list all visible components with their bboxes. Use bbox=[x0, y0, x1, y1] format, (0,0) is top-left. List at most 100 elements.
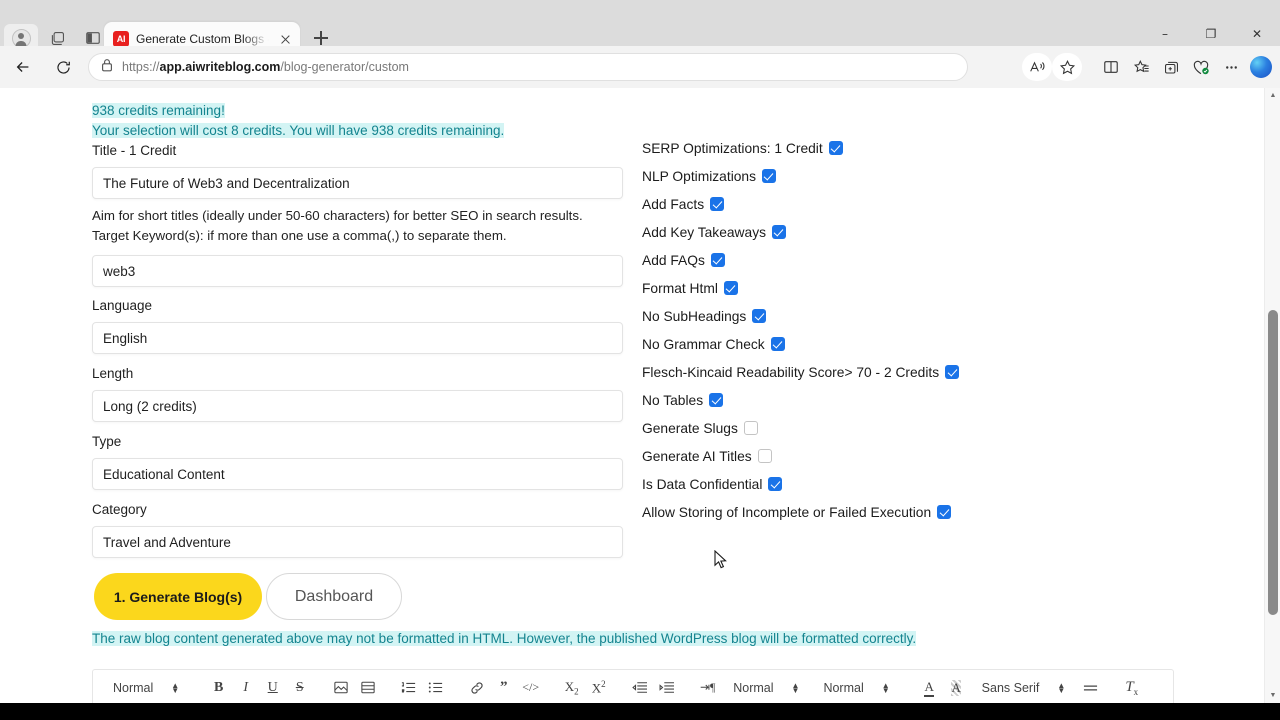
split-screen-icon[interactable] bbox=[1096, 53, 1126, 81]
line-height-select[interactable]: Normal ▲ ▼ bbox=[811, 681, 901, 695]
superscript-button[interactable]: X2 bbox=[585, 675, 612, 701]
title-input[interactable] bbox=[92, 167, 623, 199]
option-row: No SubHeadings bbox=[642, 302, 1062, 330]
align-icon[interactable] bbox=[1077, 675, 1104, 701]
font-color-icon[interactable]: A bbox=[916, 675, 943, 701]
option-row: No Grammar Check bbox=[642, 330, 1062, 358]
option-checkbox[interactable] bbox=[937, 505, 952, 519]
size-select[interactable]: Normal ▲ ▼ bbox=[721, 681, 811, 695]
minimize-button[interactable]: – bbox=[1142, 20, 1188, 48]
minimize-icon: – bbox=[1162, 27, 1168, 41]
option-label: No Grammar Check bbox=[642, 336, 765, 352]
highlight-color-icon[interactable]: A bbox=[943, 675, 970, 701]
chevron-updown-icon: ▲ ▼ bbox=[171, 680, 180, 695]
language-label: Language bbox=[92, 298, 153, 313]
option-label: Generate AI Titles bbox=[642, 448, 752, 464]
tab-title: Generate Custom Blogs - AIWrite bbox=[136, 32, 269, 46]
browser-essentials-icon[interactable] bbox=[1186, 53, 1216, 81]
option-label: Add Facts bbox=[642, 196, 705, 212]
option-label: No SubHeadings bbox=[642, 308, 747, 324]
favorite-star-icon[interactable] bbox=[1052, 53, 1082, 81]
title-hint: Aim for short titles (ideally under 50-6… bbox=[92, 208, 583, 223]
image-icon[interactable] bbox=[327, 675, 354, 701]
favorites-list-icon[interactable] bbox=[1126, 53, 1156, 81]
chevron-updown-icon: ▲ ▼ bbox=[1057, 680, 1066, 695]
italic-button[interactable]: I bbox=[232, 675, 259, 701]
option-checkbox[interactable] bbox=[768, 477, 783, 491]
text-direction-icon[interactable]: ⇥¶ bbox=[694, 675, 721, 701]
scroll-up-icon[interactable]: ▲ bbox=[1265, 88, 1280, 103]
option-checkbox[interactable] bbox=[743, 421, 758, 435]
video-icon[interactable] bbox=[354, 675, 381, 701]
option-checkbox[interactable] bbox=[710, 197, 725, 211]
browser-tab-strip: AI Generate Custom Blogs - AIWrite – ❐ ✕ bbox=[0, 0, 1280, 56]
category-select[interactable] bbox=[92, 526, 623, 558]
header-format-value: Normal bbox=[113, 680, 154, 695]
language-select[interactable] bbox=[92, 322, 623, 354]
reload-icon[interactable] bbox=[46, 52, 80, 82]
maximize-button[interactable]: ❐ bbox=[1188, 20, 1234, 48]
ordered-list-icon[interactable] bbox=[395, 675, 422, 701]
dashboard-button[interactable]: Dashboard bbox=[266, 573, 402, 620]
collections-add-icon[interactable] bbox=[1156, 53, 1186, 81]
length-label: Length bbox=[92, 366, 134, 381]
address-bar[interactable]: https://app.aiwriteblog.com/blog-generat… bbox=[88, 53, 968, 81]
option-row: Add FAQs bbox=[642, 246, 1062, 274]
scroll-down-icon[interactable]: ▼ bbox=[1265, 688, 1280, 703]
option-label: Allow Storing of Incomplete or Failed Ex… bbox=[642, 504, 932, 520]
option-row: Allow Storing of Incomplete or Failed Ex… bbox=[642, 498, 1062, 526]
code-block-icon[interactable]: </> bbox=[517, 675, 544, 701]
close-window-button[interactable]: ✕ bbox=[1234, 20, 1280, 48]
link-icon[interactable] bbox=[463, 675, 490, 701]
bold-button[interactable]: B bbox=[205, 675, 232, 701]
type-select[interactable] bbox=[92, 458, 623, 490]
page-viewport: 938 credits remaining! Your selection wi… bbox=[0, 88, 1280, 703]
option-checkbox[interactable] bbox=[945, 365, 960, 379]
bullet-list-icon[interactable] bbox=[422, 675, 449, 701]
chevron-updown-icon: ▲ ▼ bbox=[791, 680, 800, 695]
font-family-select[interactable]: Sans Serif ▲ ▼ bbox=[970, 681, 1078, 695]
clear-format-icon[interactable]: Tx bbox=[1118, 675, 1145, 701]
generate-blogs-button[interactable]: 1. Generate Blog(s) bbox=[94, 573, 262, 620]
option-row: Is Data Confidential bbox=[642, 470, 1062, 498]
settings-more-icon[interactable] bbox=[1216, 53, 1246, 81]
keywords-input[interactable] bbox=[92, 255, 623, 287]
chevron-updown-icon: ▲ ▼ bbox=[881, 680, 890, 695]
read-aloud-icon[interactable] bbox=[1022, 53, 1052, 81]
option-label: No Tables bbox=[642, 392, 704, 408]
option-checkbox[interactable] bbox=[710, 253, 725, 267]
copilot-icon[interactable] bbox=[1246, 53, 1276, 81]
page-scrollbar[interactable]: ▲ ▼ bbox=[1264, 88, 1280, 703]
tab-favicon: AI bbox=[113, 31, 129, 47]
option-label: NLP Optimizations bbox=[642, 168, 756, 184]
blockquote-icon[interactable]: ” bbox=[490, 675, 517, 701]
option-checkbox[interactable] bbox=[762, 169, 776, 183]
length-select[interactable] bbox=[92, 390, 623, 422]
header-format-select[interactable]: Normal ▲ ▼ bbox=[101, 681, 191, 695]
option-label: Format Html bbox=[642, 280, 718, 296]
category-label: Category bbox=[92, 502, 147, 517]
option-checkbox[interactable] bbox=[772, 225, 786, 239]
option-checkbox[interactable] bbox=[709, 393, 724, 407]
subscript-button[interactable]: X2 bbox=[558, 675, 585, 701]
indent-icon[interactable] bbox=[653, 675, 680, 701]
strikethrough-button[interactable]: S bbox=[286, 675, 313, 701]
option-row: Generate Slugs bbox=[642, 414, 1062, 442]
option-checkbox[interactable] bbox=[752, 309, 767, 323]
blog-generator-form: 938 credits remaining! Your selection wi… bbox=[0, 88, 1255, 703]
credits-cost-line: Your selection will cost 8 credits. You … bbox=[92, 123, 505, 138]
option-checkbox[interactable] bbox=[770, 337, 785, 351]
outdent-icon[interactable] bbox=[626, 675, 653, 701]
credits-remaining-line: 938 credits remaining! bbox=[92, 103, 225, 118]
option-row: Add Facts bbox=[642, 190, 1062, 218]
option-checkbox[interactable] bbox=[723, 281, 738, 295]
option-row: Flesch-Kincaid Readability Score> 70 - 2… bbox=[642, 358, 1062, 386]
back-arrow-icon[interactable] bbox=[6, 52, 40, 82]
option-row: NLP Optimizations bbox=[642, 162, 1062, 190]
option-checkbox[interactable] bbox=[828, 141, 843, 155]
underline-button[interactable]: U bbox=[259, 675, 286, 701]
option-row: SERP Optimizations: 1 Credit bbox=[642, 134, 1062, 162]
rich-text-editor-toolbar: Normal ▲ ▼ B I U S ” </> X2 X2 ⇥¶ Normal… bbox=[92, 669, 1174, 706]
option-checkbox[interactable] bbox=[757, 449, 772, 463]
scrollbar-thumb[interactable] bbox=[1268, 310, 1278, 615]
